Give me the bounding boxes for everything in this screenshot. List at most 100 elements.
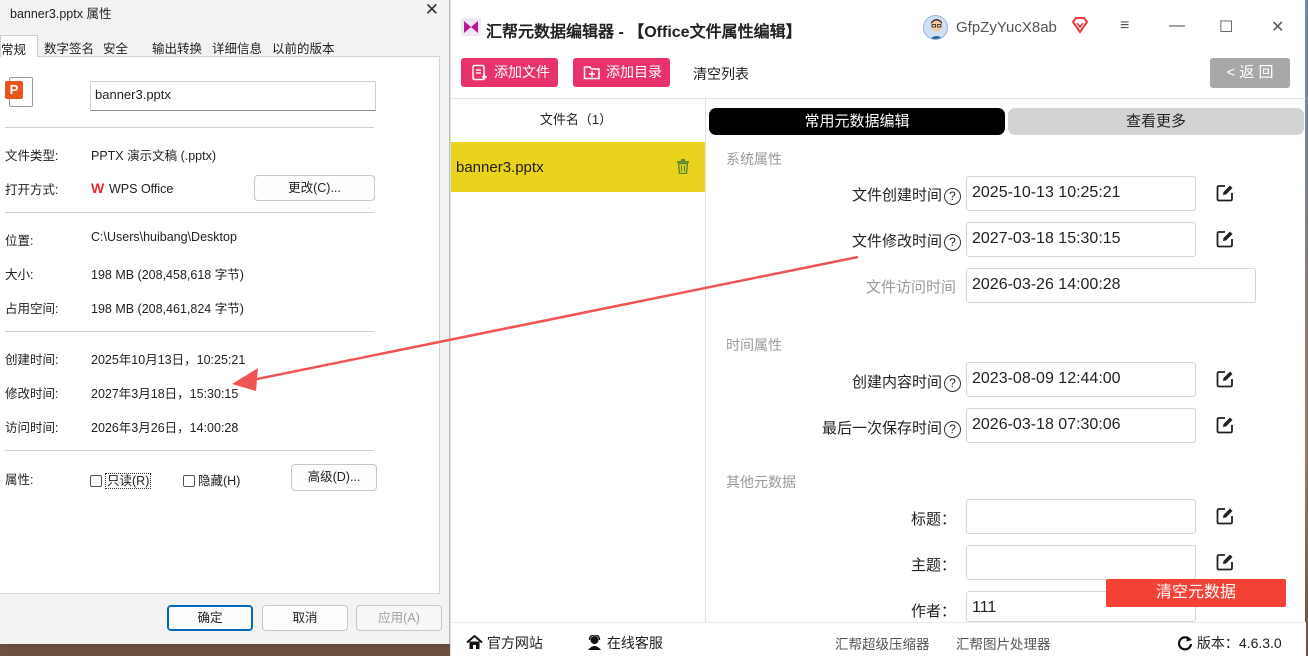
cancel-button[interactable]: 取消 bbox=[262, 605, 348, 631]
chevron-left-icon: < bbox=[1226, 64, 1236, 81]
help-icon[interactable]: ? bbox=[944, 375, 961, 392]
trash-icon[interactable] bbox=[676, 159, 690, 174]
accessed-label: 访问时间: bbox=[5, 421, 59, 435]
disk-size-label: 占用空间: bbox=[5, 302, 59, 316]
file-accessed-label: 文件访问时间 bbox=[865, 279, 956, 296]
footer: 官方网站 在线客服 汇帮超级压缩器 汇帮图片处理器 版本：4.6.3.0 bbox=[451, 622, 1306, 656]
tab-general[interactable]: 常规 bbox=[0, 35, 38, 58]
title-input[interactable] bbox=[966, 499, 1196, 534]
pptx-file-icon: P bbox=[5, 77, 35, 107]
help-icon[interactable]: ? bbox=[944, 234, 961, 251]
hidden-checkbox[interactable]: 隐藏(H) bbox=[183, 470, 240, 489]
file-created-label: 文件创建时间? bbox=[831, 184, 961, 205]
modified-value: 2027年3月18日，15:30:15 bbox=[91, 387, 239, 401]
help-icon[interactable]: ? bbox=[944, 188, 961, 205]
file-list-item[interactable]: banner3.pptx bbox=[451, 142, 705, 192]
app-logo-icon bbox=[461, 18, 481, 36]
general-panel: P banner3.pptx 文件类型: PPTX 演示文稿 (.pptx) 打… bbox=[0, 57, 440, 594]
online-service-link[interactable]: 在线客服 bbox=[586, 633, 663, 653]
add-file-button[interactable]: 添加文件 bbox=[461, 58, 558, 87]
edit-icon[interactable] bbox=[1216, 416, 1234, 434]
dialog-title: banner3.pptx 属性 bbox=[10, 7, 112, 21]
clear-list-button[interactable]: 清空列表 bbox=[693, 64, 749, 84]
divider bbox=[5, 450, 374, 451]
open-with-app: W WPS Office bbox=[91, 180, 173, 196]
customer-service-icon bbox=[588, 634, 601, 650]
edit-icon[interactable] bbox=[1216, 230, 1234, 248]
dialog-titlebar: banner3.pptx 属性 ✕ bbox=[0, 0, 449, 22]
wps-logo-icon: W bbox=[91, 180, 105, 196]
file-type-value: PPTX 演示文稿 (.pptx) bbox=[91, 149, 217, 163]
back-button[interactable]: < 返 回 bbox=[1210, 58, 1290, 88]
apply-button[interactable]: 应用(A) bbox=[356, 605, 442, 631]
modified-label: 修改时间: bbox=[5, 387, 59, 401]
tab-view-more[interactable]: 查看更多 bbox=[1008, 108, 1304, 135]
created-value: 2025年10月13日，10:25:21 bbox=[91, 353, 246, 367]
last-saved-input[interactable]: 2026-03-18 07:30:06 bbox=[966, 408, 1196, 443]
tab-security[interactable]: 安全 bbox=[103, 35, 128, 57]
vip-diamond-icon[interactable] bbox=[1071, 16, 1089, 34]
disk-size-value: 198 MB (208,461,824 字节) bbox=[91, 302, 244, 316]
home-icon bbox=[466, 634, 483, 649]
add-folder-icon bbox=[583, 66, 600, 80]
help-icon[interactable]: ? bbox=[944, 421, 961, 438]
compressor-link[interactable]: 汇帮超级压缩器 bbox=[835, 633, 930, 653]
add-directory-button[interactable]: 添加目录 bbox=[573, 58, 670, 87]
file-modified-input[interactable]: 2027-03-18 15:30:15 bbox=[966, 222, 1196, 257]
ok-button[interactable]: 确定 bbox=[167, 605, 253, 631]
size-value: 198 MB (208,458,618 字节) bbox=[91, 268, 244, 282]
clear-metadata-button[interactable]: 清空元数据 bbox=[1106, 579, 1286, 607]
attributes-label: 属性: bbox=[5, 473, 34, 487]
menu-icon[interactable]: ≡ bbox=[1120, 17, 1129, 35]
open-with-value: WPS Office bbox=[109, 182, 174, 196]
author-label: 作者： bbox=[910, 603, 956, 620]
tab-common-metadata[interactable]: 常用元数据编辑 bbox=[709, 108, 1005, 135]
edit-icon[interactable] bbox=[1216, 553, 1234, 571]
checkbox-box[interactable] bbox=[183, 475, 195, 487]
app-title: 汇帮元数据编辑器 - 【Office文件属性编辑】 bbox=[486, 24, 802, 41]
dialog-tabs: 常规 数字签名 安全 输出转换 详细信息 以前的版本 bbox=[0, 35, 440, 58]
divider bbox=[5, 331, 374, 332]
section-system-properties: 系统属性 bbox=[726, 151, 782, 167]
toolbar: 添加文件 添加目录 清空列表 < 返 回 bbox=[451, 58, 1306, 90]
readonly-checkbox[interactable]: 只读(R) bbox=[90, 470, 152, 489]
image-tool-link[interactable]: 汇帮图片处理器 bbox=[956, 633, 1051, 653]
content-created-input[interactable]: 2023-08-09 12:44:00 bbox=[966, 362, 1196, 397]
file-modified-label: 文件修改时间? bbox=[831, 230, 961, 251]
tab-digital-signature[interactable]: 数字签名 bbox=[44, 35, 94, 57]
avatar[interactable] bbox=[923, 15, 948, 40]
refresh-icon[interactable] bbox=[1177, 635, 1193, 651]
tab-output-conversion[interactable]: 输出转换 bbox=[152, 35, 202, 57]
maximize-icon[interactable]: ☐ bbox=[1219, 17, 1233, 37]
location-value: C:\Users\huibang\Desktop bbox=[91, 230, 237, 244]
section-other-metadata: 其他元数据 bbox=[726, 474, 796, 490]
properties-dialog: banner3.pptx 属性 ✕ 常规 数字签名 安全 输出转换 详细信息 以… bbox=[0, 0, 450, 644]
accessed-value: 2026年3月26日，14:00:28 bbox=[91, 421, 239, 435]
file-list-header: 文件名（1） bbox=[539, 112, 613, 127]
advanced-button[interactable]: 高级(D)... bbox=[291, 464, 377, 491]
subject-input[interactable] bbox=[966, 545, 1196, 580]
size-label: 大小: bbox=[5, 268, 34, 282]
edit-icon[interactable] bbox=[1216, 184, 1234, 202]
file-type-label: 文件类型: bbox=[5, 149, 59, 163]
tab-details[interactable]: 详细信息 bbox=[212, 35, 262, 57]
created-label: 创建时间: bbox=[5, 353, 59, 367]
metadata-editor-window: 汇帮元数据编辑器 - 【Office文件属性编辑】 GfpZyYucX8ab ≡… bbox=[450, 0, 1306, 656]
checkbox-box[interactable] bbox=[90, 475, 102, 487]
edit-icon[interactable] bbox=[1216, 507, 1234, 525]
file-created-input[interactable]: 2025-10-13 10:25:21 bbox=[966, 176, 1196, 211]
edit-icon[interactable] bbox=[1216, 370, 1234, 388]
close-icon[interactable]: ✕ bbox=[1271, 17, 1284, 37]
change-button[interactable]: 更改(C)... bbox=[254, 175, 375, 201]
content-created-label: 创建内容时间? bbox=[801, 371, 961, 392]
minimize-icon[interactable]: — bbox=[1169, 17, 1185, 35]
file-accessed-input[interactable]: 2026-03-26 14:00:28 bbox=[966, 268, 1256, 303]
divider bbox=[5, 127, 374, 128]
website-link[interactable]: 官方网站 bbox=[466, 633, 543, 653]
close-icon[interactable]: ✕ bbox=[425, 0, 439, 20]
filename-field[interactable]: banner3.pptx bbox=[90, 81, 376, 111]
user-avatar-icon bbox=[929, 19, 944, 39]
tab-previous-versions[interactable]: 以前的版本 bbox=[272, 35, 335, 57]
username: GfpZyYucX8ab bbox=[956, 19, 1057, 36]
title-label: 标题： bbox=[910, 511, 956, 528]
